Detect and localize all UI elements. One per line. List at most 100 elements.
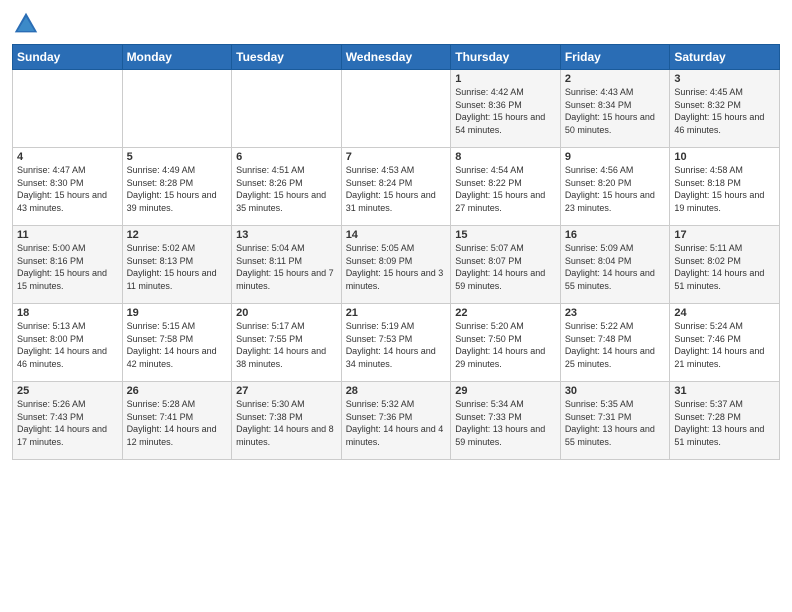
day-info: Sunrise: 5:00 AMSunset: 8:16 PMDaylight:… [17, 242, 118, 292]
day-number: 4 [17, 151, 118, 163]
weekday-header-thursday: Thursday [451, 45, 561, 70]
day-number: 24 [674, 307, 775, 319]
calendar-week-5: 25Sunrise: 5:26 AMSunset: 7:43 PMDayligh… [13, 382, 780, 460]
weekday-header-friday: Friday [560, 45, 670, 70]
calendar-cell: 9Sunrise: 4:56 AMSunset: 8:20 PMDaylight… [560, 148, 670, 226]
day-info: Sunrise: 5:24 AMSunset: 7:46 PMDaylight:… [674, 320, 775, 370]
day-info: Sunrise: 4:42 AMSunset: 8:36 PMDaylight:… [455, 86, 556, 136]
day-number: 29 [455, 385, 556, 397]
day-number: 28 [346, 385, 447, 397]
day-number: 27 [236, 385, 337, 397]
day-info: Sunrise: 5:13 AMSunset: 8:00 PMDaylight:… [17, 320, 118, 370]
calendar-cell: 22Sunrise: 5:20 AMSunset: 7:50 PMDayligh… [451, 304, 561, 382]
day-number: 8 [455, 151, 556, 163]
day-info: Sunrise: 5:15 AMSunset: 7:58 PMDaylight:… [127, 320, 228, 370]
day-info: Sunrise: 5:32 AMSunset: 7:36 PMDaylight:… [346, 398, 447, 448]
calendar-week-4: 18Sunrise: 5:13 AMSunset: 8:00 PMDayligh… [13, 304, 780, 382]
day-number: 13 [236, 229, 337, 241]
day-info: Sunrise: 4:49 AMSunset: 8:28 PMDaylight:… [127, 164, 228, 214]
day-info: Sunrise: 5:22 AMSunset: 7:48 PMDaylight:… [565, 320, 666, 370]
logo [12, 10, 44, 38]
calendar-cell: 12Sunrise: 5:02 AMSunset: 8:13 PMDayligh… [122, 226, 232, 304]
calendar-cell: 17Sunrise: 5:11 AMSunset: 8:02 PMDayligh… [670, 226, 780, 304]
calendar-cell: 10Sunrise: 4:58 AMSunset: 8:18 PMDayligh… [670, 148, 780, 226]
day-number: 23 [565, 307, 666, 319]
logo-icon [12, 10, 40, 38]
day-number: 5 [127, 151, 228, 163]
day-number: 15 [455, 229, 556, 241]
calendar-cell: 18Sunrise: 5:13 AMSunset: 8:00 PMDayligh… [13, 304, 123, 382]
calendar-cell: 11Sunrise: 5:00 AMSunset: 8:16 PMDayligh… [13, 226, 123, 304]
day-info: Sunrise: 5:37 AMSunset: 7:28 PMDaylight:… [674, 398, 775, 448]
day-info: Sunrise: 5:09 AMSunset: 8:04 PMDaylight:… [565, 242, 666, 292]
calendar-cell: 24Sunrise: 5:24 AMSunset: 7:46 PMDayligh… [670, 304, 780, 382]
day-info: Sunrise: 4:51 AMSunset: 8:26 PMDaylight:… [236, 164, 337, 214]
day-info: Sunrise: 4:56 AMSunset: 8:20 PMDaylight:… [565, 164, 666, 214]
calendar-cell: 28Sunrise: 5:32 AMSunset: 7:36 PMDayligh… [341, 382, 451, 460]
page-container: SundayMondayTuesdayWednesdayThursdayFrid… [0, 0, 792, 468]
day-info: Sunrise: 5:30 AMSunset: 7:38 PMDaylight:… [236, 398, 337, 448]
day-info: Sunrise: 4:54 AMSunset: 8:22 PMDaylight:… [455, 164, 556, 214]
day-info: Sunrise: 5:19 AMSunset: 7:53 PMDaylight:… [346, 320, 447, 370]
day-info: Sunrise: 5:04 AMSunset: 8:11 PMDaylight:… [236, 242, 337, 292]
day-number: 26 [127, 385, 228, 397]
calendar-cell: 30Sunrise: 5:35 AMSunset: 7:31 PMDayligh… [560, 382, 670, 460]
day-number: 14 [346, 229, 447, 241]
day-info: Sunrise: 4:45 AMSunset: 8:32 PMDaylight:… [674, 86, 775, 136]
day-number: 1 [455, 73, 556, 85]
calendar-cell: 4Sunrise: 4:47 AMSunset: 8:30 PMDaylight… [13, 148, 123, 226]
day-number: 9 [565, 151, 666, 163]
day-info: Sunrise: 5:20 AMSunset: 7:50 PMDaylight:… [455, 320, 556, 370]
calendar-cell: 8Sunrise: 4:54 AMSunset: 8:22 PMDaylight… [451, 148, 561, 226]
day-info: Sunrise: 5:05 AMSunset: 8:09 PMDaylight:… [346, 242, 447, 292]
calendar-cell [341, 70, 451, 148]
header [12, 10, 780, 38]
day-info: Sunrise: 4:43 AMSunset: 8:34 PMDaylight:… [565, 86, 666, 136]
calendar-cell: 23Sunrise: 5:22 AMSunset: 7:48 PMDayligh… [560, 304, 670, 382]
day-number: 18 [17, 307, 118, 319]
day-number: 10 [674, 151, 775, 163]
calendar-cell: 14Sunrise: 5:05 AMSunset: 8:09 PMDayligh… [341, 226, 451, 304]
day-info: Sunrise: 5:17 AMSunset: 7:55 PMDaylight:… [236, 320, 337, 370]
calendar-cell: 7Sunrise: 4:53 AMSunset: 8:24 PMDaylight… [341, 148, 451, 226]
calendar-week-2: 4Sunrise: 4:47 AMSunset: 8:30 PMDaylight… [13, 148, 780, 226]
day-number: 11 [17, 229, 118, 241]
day-number: 3 [674, 73, 775, 85]
calendar-cell: 15Sunrise: 5:07 AMSunset: 8:07 PMDayligh… [451, 226, 561, 304]
calendar-table: SundayMondayTuesdayWednesdayThursdayFrid… [12, 44, 780, 460]
weekday-header-row: SundayMondayTuesdayWednesdayThursdayFrid… [13, 45, 780, 70]
calendar-cell: 5Sunrise: 4:49 AMSunset: 8:28 PMDaylight… [122, 148, 232, 226]
day-info: Sunrise: 5:11 AMSunset: 8:02 PMDaylight:… [674, 242, 775, 292]
calendar-cell: 20Sunrise: 5:17 AMSunset: 7:55 PMDayligh… [232, 304, 342, 382]
day-number: 17 [674, 229, 775, 241]
day-info: Sunrise: 5:26 AMSunset: 7:43 PMDaylight:… [17, 398, 118, 448]
day-info: Sunrise: 5:34 AMSunset: 7:33 PMDaylight:… [455, 398, 556, 448]
calendar-cell: 16Sunrise: 5:09 AMSunset: 8:04 PMDayligh… [560, 226, 670, 304]
day-number: 6 [236, 151, 337, 163]
weekday-header-sunday: Sunday [13, 45, 123, 70]
day-number: 22 [455, 307, 556, 319]
day-number: 7 [346, 151, 447, 163]
day-info: Sunrise: 5:07 AMSunset: 8:07 PMDaylight:… [455, 242, 556, 292]
day-number: 25 [17, 385, 118, 397]
weekday-header-monday: Monday [122, 45, 232, 70]
calendar-cell: 1Sunrise: 4:42 AMSunset: 8:36 PMDaylight… [451, 70, 561, 148]
day-number: 2 [565, 73, 666, 85]
day-number: 30 [565, 385, 666, 397]
day-info: Sunrise: 5:28 AMSunset: 7:41 PMDaylight:… [127, 398, 228, 448]
calendar-cell: 3Sunrise: 4:45 AMSunset: 8:32 PMDaylight… [670, 70, 780, 148]
calendar-cell: 29Sunrise: 5:34 AMSunset: 7:33 PMDayligh… [451, 382, 561, 460]
day-number: 16 [565, 229, 666, 241]
calendar-cell: 13Sunrise: 5:04 AMSunset: 8:11 PMDayligh… [232, 226, 342, 304]
calendar-cell: 27Sunrise: 5:30 AMSunset: 7:38 PMDayligh… [232, 382, 342, 460]
day-number: 12 [127, 229, 228, 241]
day-number: 19 [127, 307, 228, 319]
calendar-cell: 6Sunrise: 4:51 AMSunset: 8:26 PMDaylight… [232, 148, 342, 226]
calendar-cell: 19Sunrise: 5:15 AMSunset: 7:58 PMDayligh… [122, 304, 232, 382]
calendar-cell: 31Sunrise: 5:37 AMSunset: 7:28 PMDayligh… [670, 382, 780, 460]
day-info: Sunrise: 5:35 AMSunset: 7:31 PMDaylight:… [565, 398, 666, 448]
day-info: Sunrise: 4:58 AMSunset: 8:18 PMDaylight:… [674, 164, 775, 214]
weekday-header-saturday: Saturday [670, 45, 780, 70]
day-number: 20 [236, 307, 337, 319]
day-info: Sunrise: 4:53 AMSunset: 8:24 PMDaylight:… [346, 164, 447, 214]
